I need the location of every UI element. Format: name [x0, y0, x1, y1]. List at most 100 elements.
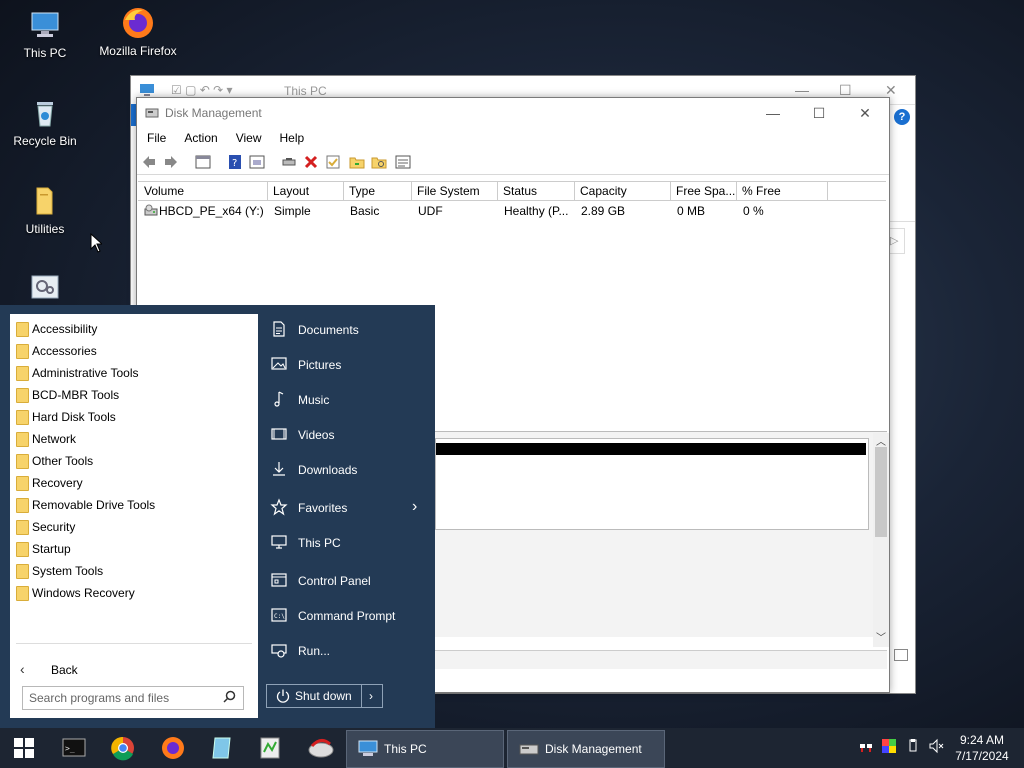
music-icon	[274, 391, 284, 407]
close-button[interactable]: ✕	[845, 102, 885, 124]
forward-icon[interactable]	[163, 154, 179, 170]
start-link-pictures[interactable]: Pictures	[270, 351, 430, 379]
taskbar-editor[interactable]	[252, 732, 288, 764]
column-file-system[interactable]: File System	[417, 184, 480, 198]
program-folder-recovery[interactable]: Recovery	[16, 472, 252, 494]
help-icon[interactable]: ?	[894, 109, 910, 125]
scroll-thumb[interactable]	[875, 447, 887, 537]
shut-down-button[interactable]: Shut down	[266, 684, 362, 708]
search-input[interactable]: Search programs and files	[22, 686, 244, 710]
column-percent-free[interactable]: % Free	[742, 184, 781, 198]
desktop-icon-this-pc[interactable]: This PC	[0, 8, 90, 60]
column-capacity[interactable]: Capacity	[580, 184, 627, 198]
program-folder-system-tools[interactable]: System Tools	[16, 560, 252, 582]
taskbar-firefox[interactable]	[155, 732, 191, 764]
taskbar-button-this-pc[interactable]: This PC	[346, 730, 504, 768]
computer-icon	[358, 740, 378, 756]
program-folder-network[interactable]: Network	[16, 428, 252, 450]
program-folder-administrative-tools[interactable]: Administrative Tools	[16, 362, 252, 384]
drive-icon	[144, 204, 158, 221]
start-link-run[interactable]: Run...	[270, 637, 430, 665]
properties-icon[interactable]	[249, 154, 265, 170]
list-view-icon[interactable]	[395, 154, 411, 170]
link-label: Videos	[298, 428, 335, 442]
search-folder-icon[interactable]	[371, 154, 387, 170]
network-icon[interactable]	[858, 738, 874, 754]
back-button[interactable]: ‹ Back	[16, 659, 252, 681]
program-folder-other-tools[interactable]: Other Tools	[16, 450, 252, 472]
minimize-button[interactable]: —	[753, 102, 793, 124]
start-link-documents[interactable]: Documents	[270, 316, 430, 344]
program-folder-accessories[interactable]: Accessories	[16, 340, 252, 362]
program-folder-hard-disk-tools[interactable]: Hard Disk Tools	[16, 406, 252, 428]
open-folder-icon[interactable]	[349, 154, 365, 170]
program-folder-accessibility[interactable]: Accessibility	[16, 318, 252, 340]
back-icon[interactable]	[141, 154, 157, 170]
minimize-button[interactable]: —	[795, 82, 809, 98]
display-color-icon[interactable]	[881, 738, 897, 754]
maximize-button[interactable]: ☐	[799, 102, 839, 124]
help-icon[interactable]: ?	[227, 154, 243, 170]
start-link-this-pc[interactable]: This PC	[270, 529, 430, 557]
vertical-scrollbar[interactable]: ︿ ﹀	[873, 433, 889, 647]
program-label: BCD-MBR Tools	[32, 388, 120, 402]
cell-capacity: 2.89 GB	[581, 204, 626, 218]
desktop-icon-firefox[interactable]: Mozilla Firefox	[93, 6, 183, 58]
menu-action[interactable]: Action	[174, 128, 225, 145]
disk-tool-icon	[308, 739, 334, 758]
taskbar-button-disk-management[interactable]: Disk Management	[507, 730, 665, 768]
scroll-up-arrow[interactable]: ︿	[876, 433, 886, 448]
start-link-command-prompt[interactable]: C:\ Command Prompt	[270, 602, 430, 630]
program-folder-security[interactable]: Security	[16, 516, 252, 538]
qat-icons[interactable]: ☑ ▢ ↶ ↷ ▾	[171, 83, 233, 97]
taskbar-disk-tool[interactable]	[303, 732, 339, 764]
desktop-icon-recycle-bin[interactable]: Recycle Bin	[0, 96, 90, 148]
menu-file[interactable]: File	[137, 128, 174, 145]
back-label: Back	[51, 663, 78, 677]
downloads-icon	[273, 462, 285, 476]
taskbar-button-label: Disk Management	[545, 742, 642, 756]
connect-icon[interactable]	[281, 154, 297, 170]
menu-view[interactable]: View	[226, 128, 270, 145]
explorer-view-toggle[interactable]	[894, 649, 908, 661]
column-type[interactable]: Type	[349, 184, 375, 198]
refresh-box[interactable]: ▷	[889, 228, 905, 254]
taskbar-chrome[interactable]	[105, 732, 141, 764]
start-link-music[interactable]: Music	[270, 386, 430, 414]
show-hide-console-icon[interactable]	[195, 154, 211, 170]
cell-layout: Simple	[274, 204, 311, 218]
column-volume[interactable]: Volume	[144, 184, 184, 198]
desktop-icon-utilities[interactable]: Utilities	[0, 184, 90, 236]
delete-icon[interactable]	[303, 154, 319, 170]
shut-down-options-button[interactable]: ›	[360, 684, 383, 708]
program-folder-removable-drive-tools[interactable]: Removable Drive Tools	[16, 494, 252, 516]
shut-down-label: Shut down	[295, 689, 352, 703]
taskbar-notepad[interactable]	[204, 732, 240, 764]
link-label: Pictures	[298, 358, 342, 372]
start-link-favorites[interactable]: Favorites ›	[270, 494, 430, 522]
start-link-videos[interactable]: Videos	[270, 421, 430, 449]
disk-graphical-view[interactable]	[435, 431, 887, 637]
start-menu[interactable]: Accessibility Accessories Administrative…	[0, 305, 435, 728]
usb-icon[interactable]	[905, 738, 921, 754]
volume-muted-icon[interactable]	[928, 738, 944, 754]
program-folder-startup[interactable]: Startup	[16, 538, 252, 560]
taskbar-command-prompt[interactable]: >_	[55, 732, 91, 764]
start-link-downloads[interactable]: Downloads	[270, 456, 430, 484]
start-button[interactable]	[6, 732, 42, 764]
program-folder-bcd-mbr-tools[interactable]: BCD-MBR Tools	[16, 384, 252, 406]
disk-management-title-bar[interactable]: Disk Management — ☐ ✕	[137, 98, 889, 128]
clock[interactable]: 9:24 AM 7/17/2024	[950, 732, 1014, 764]
table-row[interactable]: HBCD_PE_x64 (Y:) Simple Basic UDF Health…	[138, 202, 886, 220]
program-folder-windows-recovery[interactable]: Windows Recovery	[16, 582, 252, 604]
column-free-space[interactable]: Free Spa...	[676, 184, 735, 198]
start-link-control-panel[interactable]: Control Panel	[270, 567, 430, 595]
column-status[interactable]: Status	[503, 184, 537, 198]
column-layout[interactable]: Layout	[273, 184, 309, 198]
scroll-down-arrow[interactable]: ﹀	[876, 629, 886, 644]
status-bar	[435, 650, 887, 669]
check-icon[interactable]	[325, 154, 341, 170]
folder-icon	[16, 454, 29, 469]
volume-list-header: Volume Layout Type File System Status Ca…	[138, 181, 886, 201]
menu-help[interactable]: Help	[270, 128, 313, 145]
